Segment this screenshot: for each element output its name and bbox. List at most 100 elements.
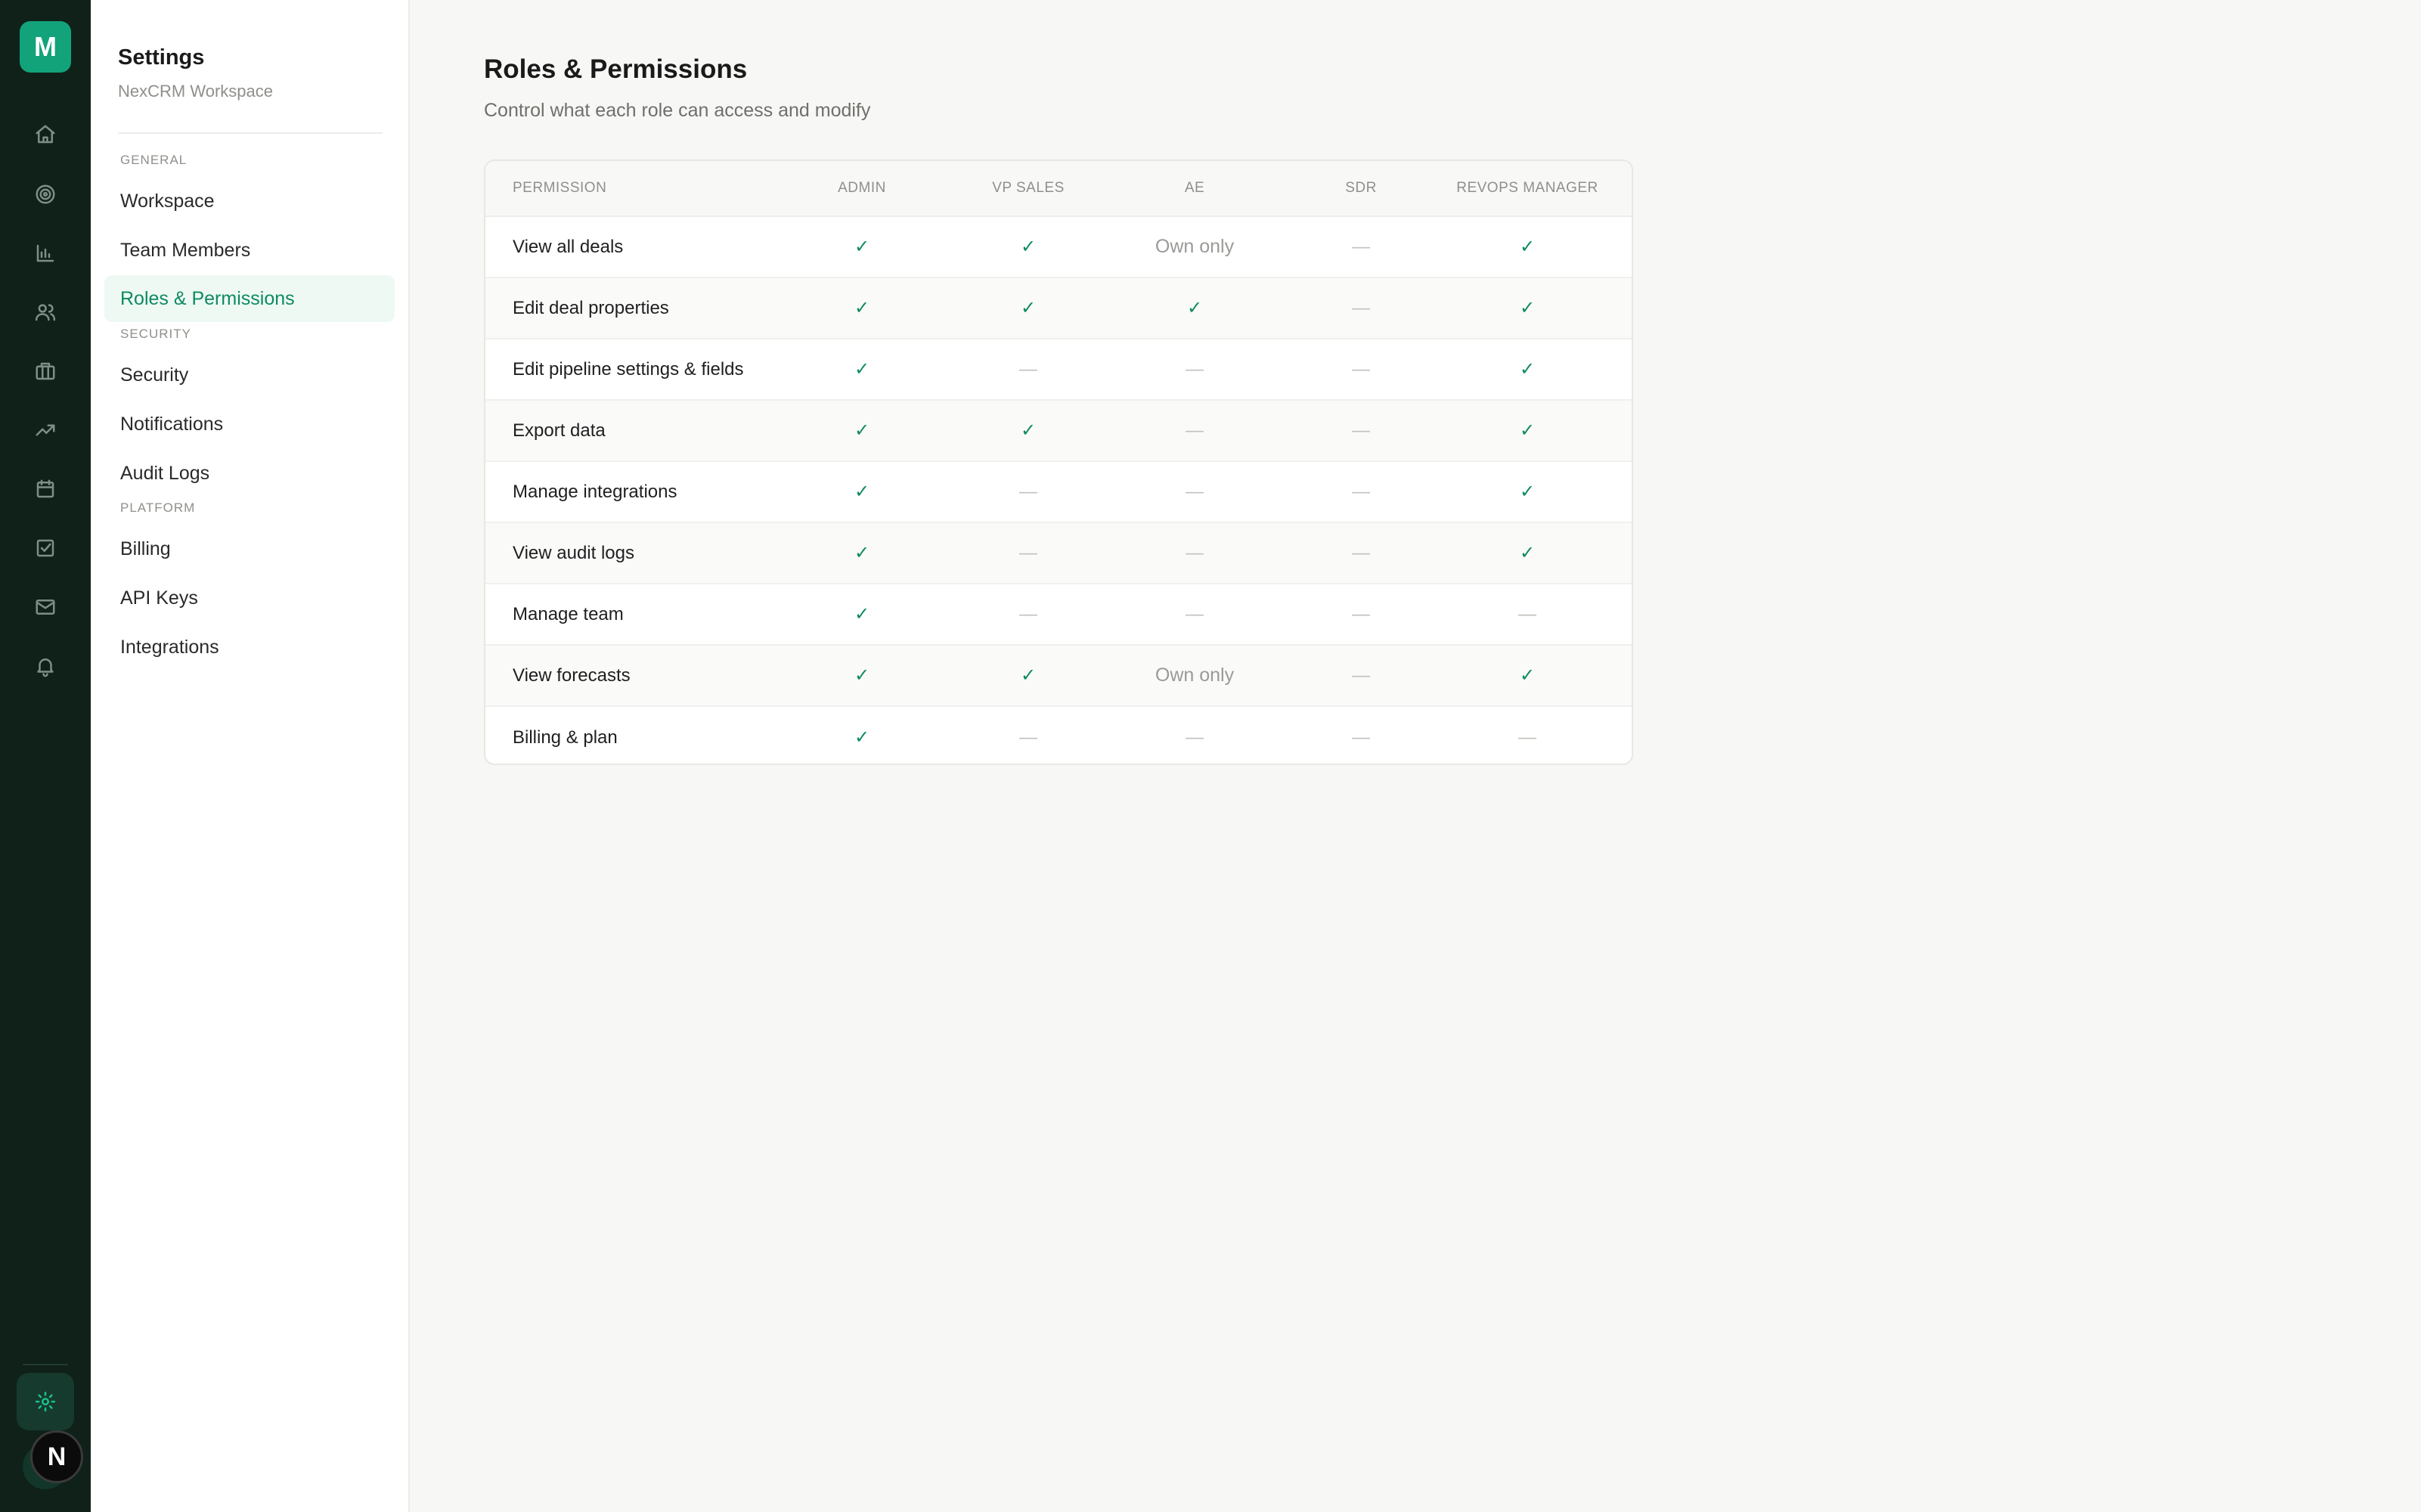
sidebar-item-roles-permissions[interactable]: Roles & Permissions: [104, 275, 395, 322]
permission-cell-admin: ✓: [854, 237, 870, 257]
table-row: Manage team ✓ — — — —: [485, 584, 1632, 646]
permission-cell-admin: ✓: [854, 298, 870, 318]
permission-cell-ae: —: [1186, 420, 1204, 441]
permission-cell-admin: ✓: [854, 482, 870, 502]
mail-icon[interactable]: [30, 592, 60, 622]
calendar-icon[interactable]: [30, 474, 60, 504]
permission-cell-admin: ✓: [854, 420, 870, 441]
column-header-permission: PERMISSION: [513, 180, 607, 196]
gear-icon[interactable]: [17, 1373, 74, 1430]
page-subtitle: Control what each role can access and mo…: [484, 100, 871, 121]
sidebar-item-billing[interactable]: Billing: [104, 525, 395, 572]
icon-rail: M N: [0, 0, 91, 1512]
page-title: Roles & Permissions: [484, 54, 748, 84]
permission-cell-sdr: —: [1352, 297, 1370, 318]
permission-name: View audit logs: [513, 542, 634, 563]
avatar[interactable]: N: [30, 1430, 83, 1483]
permission-cell-admin: ✓: [854, 665, 870, 686]
sidebar-item-api-keys[interactable]: API Keys: [104, 575, 395, 621]
permission-cell-sdr: —: [1352, 236, 1370, 257]
section-platform: PLATFORM: [120, 500, 196, 515]
permission-cell-ae: —: [1186, 603, 1204, 624]
permission-cell-revops-manager: ✓: [1519, 237, 1536, 257]
section-general: GENERAL: [120, 153, 188, 167]
target-icon[interactable]: [30, 179, 60, 209]
column-header-admin: ADMIN: [838, 180, 886, 196]
permission-cell-sdr: —: [1352, 603, 1370, 624]
table-row: View all deals ✓ ✓ Own only — ✓: [485, 217, 1632, 278]
permission-name: Manage integrations: [513, 481, 677, 502]
table-row: Billing & plan ✓ — — — —: [485, 707, 1632, 764]
permission-name: Billing & plan: [513, 727, 618, 748]
table-row: View forecasts ✓ ✓ Own only — ✓: [485, 646, 1632, 707]
app-logo[interactable]: M: [20, 21, 71, 73]
permission-name: Edit deal properties: [513, 297, 669, 318]
sidebar-item-security[interactable]: Security: [104, 352, 395, 398]
permission-cell-sdr: —: [1352, 727, 1370, 748]
permission-cell-revops-manager: —: [1518, 727, 1536, 748]
permission-cell-vp-sales: —: [1019, 727, 1037, 748]
bar-chart-icon[interactable]: [30, 238, 60, 268]
permission-cell-ae: ✓: [1186, 298, 1203, 318]
permission-cell-ae: Own only: [1155, 665, 1235, 686]
permission-cell-revops-manager: ✓: [1519, 543, 1536, 563]
table-row: View audit logs ✓ — — — ✓: [485, 523, 1632, 584]
permission-cell-ae: —: [1186, 481, 1204, 502]
permissions-table: PERMISSION ADMIN VP SALES AE SDR REVOPS …: [484, 160, 1633, 765]
permission-cell-vp-sales: ✓: [1020, 298, 1037, 318]
permission-cell-admin: ✓: [854, 359, 870, 380]
sidebar-item-workspace[interactable]: Workspace: [104, 178, 395, 225]
sidebar-item-audit-logs[interactable]: Audit Logs: [104, 450, 395, 497]
permission-cell-revops-manager: ✓: [1519, 420, 1536, 441]
permission-name: View all deals: [513, 236, 624, 257]
home-icon[interactable]: [30, 119, 60, 150]
sidebar-title: Settings: [118, 45, 205, 70]
permission-cell-vp-sales: —: [1019, 481, 1037, 502]
permission-cell-vp-sales: —: [1019, 603, 1037, 624]
permission-name: View forecasts: [513, 665, 631, 686]
permission-cell-sdr: —: [1352, 542, 1370, 563]
permission-cell-admin: ✓: [854, 727, 870, 748]
permission-cell-ae: —: [1186, 542, 1204, 563]
sidebar-divider: [118, 132, 383, 134]
column-header-revops-manager: REVOPS MANAGER: [1456, 180, 1598, 196]
briefcase-icon[interactable]: [30, 356, 60, 386]
permission-cell-ae: —: [1186, 727, 1204, 748]
table-row: Manage integrations ✓ — — — ✓: [485, 462, 1632, 523]
permission-cell-ae: —: [1186, 358, 1204, 380]
table-row: Edit pipeline settings & fields ✓ — — — ✓: [485, 339, 1632, 401]
bell-icon[interactable]: [30, 651, 60, 681]
permission-cell-vp-sales: —: [1019, 358, 1037, 380]
permission-cell-sdr: —: [1352, 358, 1370, 380]
sidebar-item-integrations[interactable]: Integrations: [104, 624, 395, 671]
permission-cell-vp-sales: ✓: [1020, 665, 1037, 686]
permission-cell-revops-manager: —: [1518, 603, 1536, 624]
permission-cell-vp-sales: —: [1019, 542, 1037, 563]
permission-cell-vp-sales: ✓: [1020, 420, 1037, 441]
permission-cell-admin: ✓: [854, 543, 870, 563]
column-header-sdr: SDR: [1345, 180, 1377, 196]
column-header-ae: AE: [1184, 180, 1205, 196]
permission-cell-revops-manager: ✓: [1519, 298, 1536, 318]
table-row: Edit deal properties ✓ ✓ ✓ — ✓: [485, 278, 1632, 339]
checkbox-icon[interactable]: [30, 533, 60, 563]
sidebar-item-notifications[interactable]: Notifications: [104, 401, 395, 448]
permission-cell-vp-sales: ✓: [1020, 237, 1037, 257]
permission-name: Manage team: [513, 603, 624, 624]
permission-cell-ae: Own only: [1155, 236, 1235, 257]
permission-cell-revops-manager: ✓: [1519, 359, 1536, 380]
section-security: SECURITY: [120, 327, 191, 341]
permission-cell-admin: ✓: [854, 604, 870, 624]
column-header-vp-sales: VP SALES: [992, 180, 1065, 196]
permission-cell-revops-manager: ✓: [1519, 482, 1536, 502]
permission-name: Edit pipeline settings & fields: [513, 358, 744, 380]
rail-divider: [23, 1364, 68, 1365]
trending-up-icon[interactable]: [30, 415, 60, 445]
permission-cell-sdr: —: [1352, 420, 1370, 441]
sidebar-item-team-members[interactable]: Team Members: [104, 227, 395, 274]
workspace-name: NexCRM Workspace: [118, 82, 273, 101]
permission-name: Export data: [513, 420, 606, 441]
permission-cell-revops-manager: ✓: [1519, 665, 1536, 686]
users-icon[interactable]: [30, 297, 60, 327]
settings-sidebar: Settings NexCRM Workspace GENERAL Worksp…: [91, 0, 410, 1512]
